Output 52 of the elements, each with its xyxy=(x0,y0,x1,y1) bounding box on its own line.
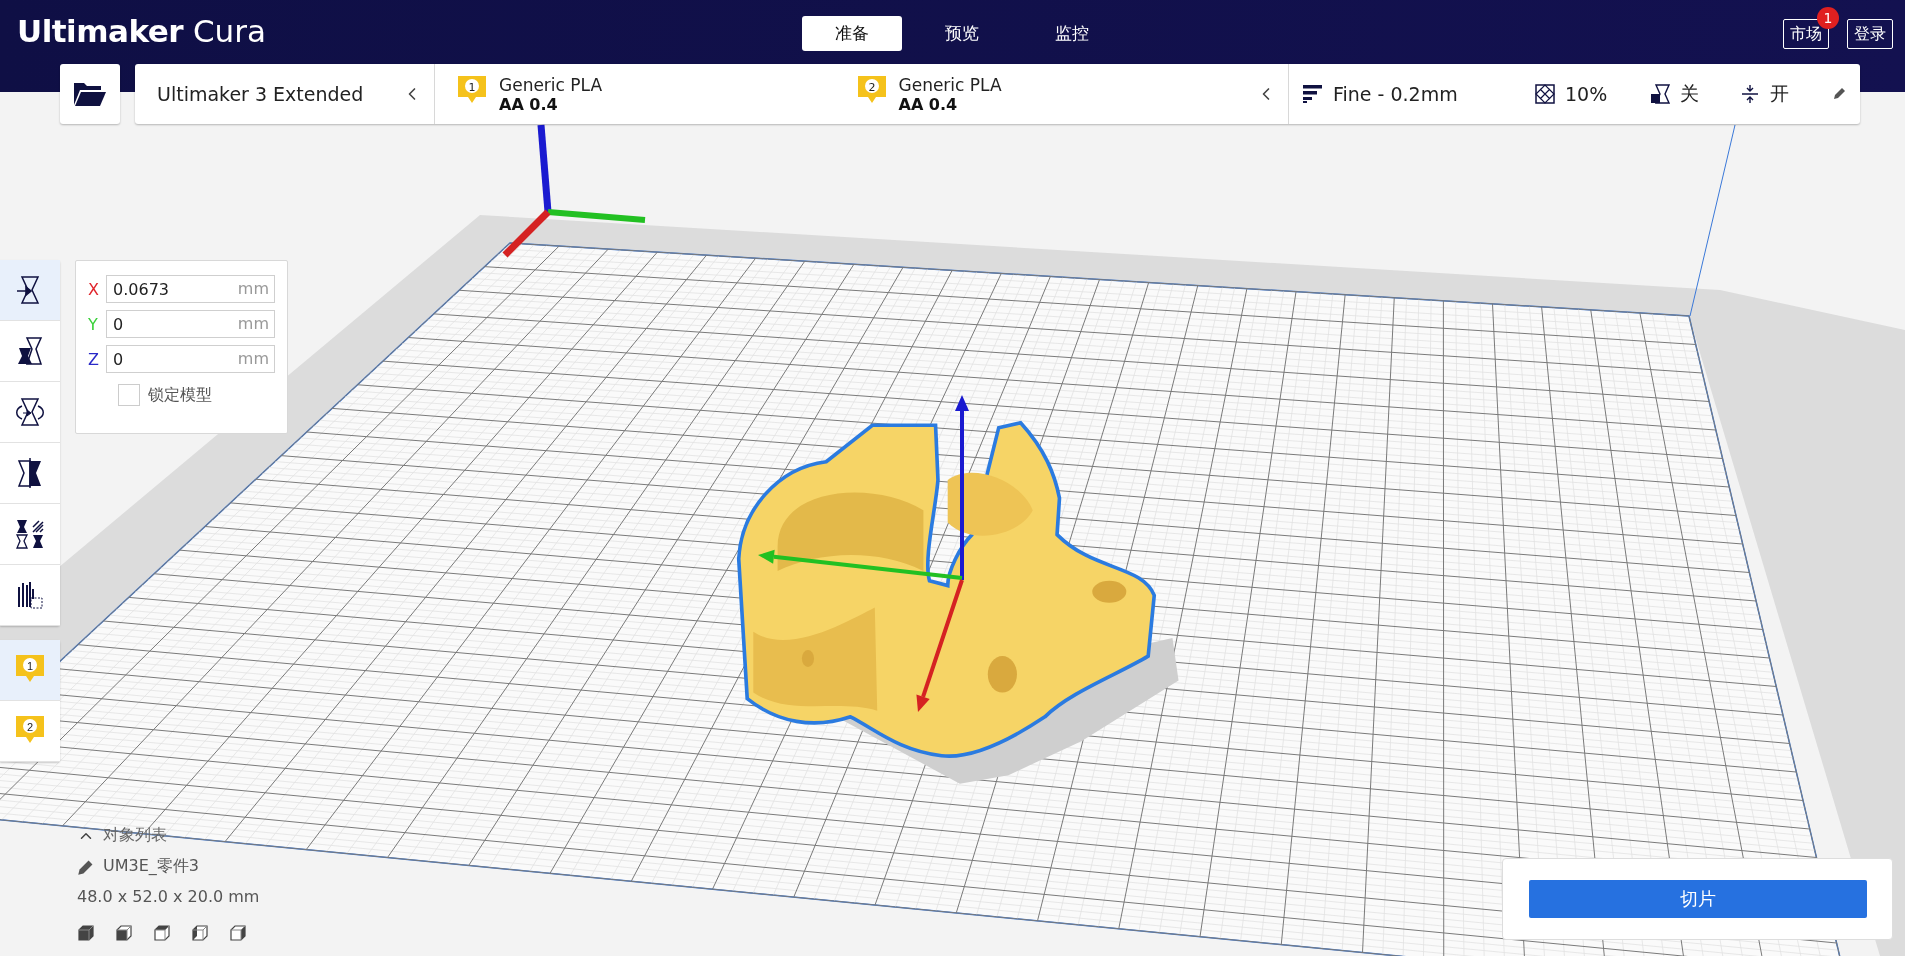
pencil-icon xyxy=(1832,87,1846,101)
y-axis-arrow[interactable] xyxy=(758,549,963,580)
printer-name[interactable]: Ultimaker 3 Extended xyxy=(157,83,402,105)
stage-tab[interactable]: 监控 xyxy=(1022,16,1122,51)
axis-label: X xyxy=(88,279,98,299)
extruder-button[interactable]: 2 xyxy=(0,701,60,762)
view-cube-icon[interactable] xyxy=(229,924,247,942)
support-value[interactable]: 关 xyxy=(1680,81,1699,107)
infill-value[interactable]: 10% xyxy=(1565,83,1608,105)
lock-checkbox[interactable] xyxy=(118,384,140,406)
lock-label: 锁定模型 xyxy=(148,384,212,406)
edit-button[interactable] xyxy=(1832,87,1846,101)
object-dimensions: 48.0 x 52.0 x 20.0 mm xyxy=(77,887,260,906)
view-cube-icon[interactable] xyxy=(77,924,95,942)
material-name: Generic PLA xyxy=(898,74,1002,95)
stage-tab[interactable]: 预览 xyxy=(912,16,1012,51)
material-name: Generic PLA xyxy=(499,74,603,95)
rotate-tool-icon xyxy=(14,396,46,428)
adhesion-value[interactable]: 开 xyxy=(1770,81,1789,107)
open-file-button[interactable] xyxy=(60,64,120,124)
adhesion-icon xyxy=(1740,84,1760,104)
view-cube-icon[interactable] xyxy=(191,924,209,942)
folder-icon xyxy=(73,81,107,107)
infill-icon xyxy=(1535,84,1555,104)
z-axis-arrow[interactable] xyxy=(955,395,969,580)
axis-label: Z xyxy=(88,349,98,369)
app-logo: Ultimaker Cura xyxy=(17,13,267,49)
per-model-settings-icon xyxy=(14,518,46,550)
slice-button[interactable]: 切片 xyxy=(1528,880,1867,918)
stage-tab[interactable]: 准备 xyxy=(802,16,902,51)
unit-label: mm xyxy=(237,349,269,368)
unit-label: mm xyxy=(237,314,269,333)
axis-label: Y xyxy=(88,314,98,334)
object-name: UM3E_零件3 xyxy=(103,856,199,877)
view-cube-icon[interactable] xyxy=(115,924,133,942)
unit-label: mm xyxy=(237,279,269,298)
profile-name[interactable]: Fine - 0.2mm xyxy=(1333,83,1458,105)
nozzle-name: AA 0.4 xyxy=(499,94,559,114)
x-axis-arrow[interactable] xyxy=(916,579,964,712)
tool-button[interactable] xyxy=(0,260,60,321)
tool-button[interactable] xyxy=(0,382,60,443)
tool-button[interactable] xyxy=(0,504,60,565)
extruder-button[interactable]: 1 xyxy=(0,640,60,701)
model-drawing[interactable] xyxy=(736,421,1179,784)
tool-button[interactable] xyxy=(0,443,60,504)
header-button[interactable]: 登录 xyxy=(1847,19,1893,49)
support-icon xyxy=(1650,84,1670,104)
nozzle-name: AA 0.4 xyxy=(898,94,959,114)
tool-button[interactable] xyxy=(0,565,60,626)
profile-bars-icon xyxy=(1303,85,1323,103)
tool-button[interactable] xyxy=(0,321,60,382)
view-cube-icon[interactable] xyxy=(153,924,171,942)
